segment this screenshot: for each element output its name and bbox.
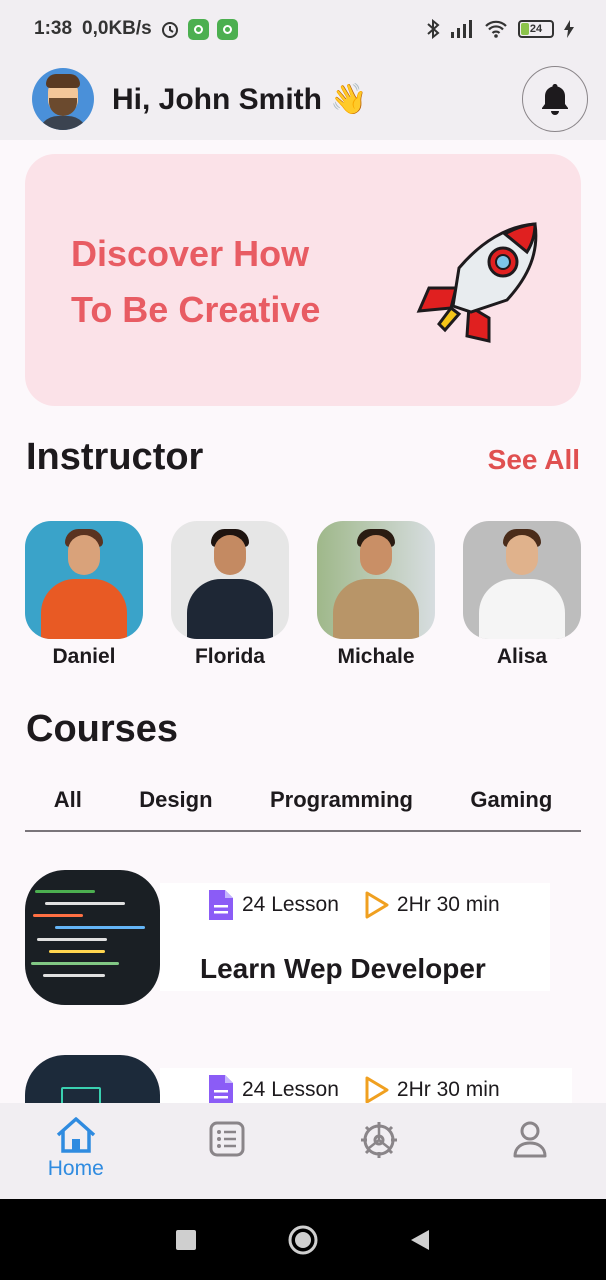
app-notification-icon — [187, 18, 209, 40]
battery-icon: 24 — [518, 20, 554, 38]
banner-text: Discover How To Be Creative — [71, 226, 371, 338]
play-icon — [365, 1076, 389, 1104]
instructor-card[interactable]: Michale — [317, 521, 435, 669]
course-card[interactable]: 24 Lesson 2Hr 30 min Learn Wep Developer — [25, 870, 550, 1006]
instructor-card[interactable]: Alisa — [463, 521, 581, 669]
greeting-label: Hi, John Smith — [112, 82, 322, 116]
instructor-card[interactable]: Florida — [171, 521, 289, 669]
banner-line-1: Discover How — [71, 233, 310, 274]
notification-button[interactable] — [522, 66, 588, 132]
signal-icon — [451, 20, 472, 38]
course-info: 24 Lesson 2Hr 30 min Learn Wep Developer — [160, 883, 550, 991]
recent-apps-button[interactable] — [175, 1229, 197, 1251]
instructor-name: Florida — [194, 645, 265, 668]
bell-icon — [542, 84, 568, 115]
course-category-tabs: All Design Programming Gaming — [25, 776, 581, 832]
status-network-speed: 0,0KB/s — [82, 18, 152, 39]
profile-icon — [513, 1121, 547, 1158]
lesson-count: 24 Lesson — [242, 893, 339, 916]
alarm-icon — [161, 22, 178, 38]
instructor-photo — [317, 521, 435, 639]
status-bar: 1:38 0,0KB/s 24 — [0, 0, 606, 58]
banner-line-2: To Be Creative — [71, 289, 321, 330]
greeting-text: Hi, John Smith 👋 — [112, 82, 368, 117]
instructor-list: Daniel Florida Michale Alisa — [25, 521, 581, 669]
course-thumbnail — [25, 870, 160, 1005]
user-avatar[interactable] — [32, 68, 94, 130]
bottom-navigation: Home — [0, 1103, 606, 1199]
tab-programming[interactable]: Programming — [270, 787, 413, 819]
home-system-button[interactable] — [287, 1224, 319, 1256]
instructor-section-title: Instructor — [26, 436, 204, 478]
document-icon — [209, 890, 233, 920]
nav-settings[interactable] — [319, 1115, 439, 1161]
courses-section-title: Courses — [26, 708, 179, 750]
instructor-photo — [463, 521, 581, 639]
app-notification-icon — [216, 18, 238, 40]
home-icon — [56, 1117, 95, 1153]
tab-design[interactable]: Design — [139, 787, 212, 819]
instructor-photo — [25, 521, 143, 639]
nav-home[interactable]: Home — [16, 1115, 136, 1181]
nav-profile[interactable] — [470, 1115, 590, 1159]
wifi-icon — [485, 20, 507, 38]
list-icon — [209, 1121, 245, 1157]
instructor-name: Alisa — [496, 645, 548, 668]
course-meta: 24 Lesson 2Hr 30 min — [206, 887, 524, 923]
course-duration: 2Hr 30 min — [396, 893, 500, 916]
nav-home-label: Home — [47, 1157, 104, 1180]
charging-icon — [564, 20, 574, 38]
tab-gaming[interactable]: Gaming — [470, 787, 552, 819]
wave-emoji: 👋 — [330, 82, 368, 116]
tab-all[interactable]: All — [54, 787, 82, 819]
instructor-card[interactable]: Daniel — [25, 521, 143, 669]
back-button[interactable] — [409, 1228, 431, 1252]
promo-banner[interactable]: Discover How To Be Creative — [25, 154, 581, 406]
settings-icon — [360, 1122, 397, 1158]
see-all-link[interactable]: See All — [488, 444, 580, 476]
play-icon — [365, 891, 389, 919]
status-time: 1:38 — [34, 18, 73, 39]
course-duration: 2Hr 30 min — [396, 1078, 500, 1101]
nav-courses[interactable] — [167, 1115, 287, 1159]
instructor-name: Michale — [337, 645, 415, 668]
battery-level: 24 — [529, 23, 543, 35]
system-navigation-bar — [0, 1199, 606, 1280]
instructor-photo — [171, 521, 289, 639]
instructor-name: Daniel — [52, 645, 116, 668]
rocket-icon — [416, 222, 538, 343]
app-header: Hi, John Smith 👋 — [0, 58, 606, 140]
course-title: Learn Wep Developer — [200, 953, 486, 984]
bluetooth-icon — [427, 19, 440, 39]
lesson-count: 24 Lesson — [242, 1078, 339, 1101]
